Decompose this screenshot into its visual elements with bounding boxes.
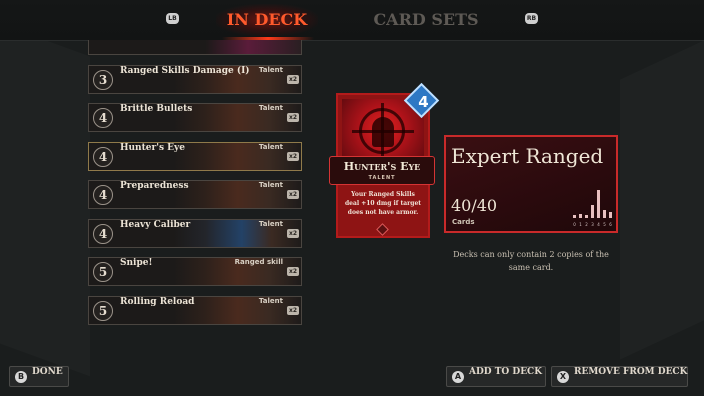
histogram-bar (585, 215, 588, 218)
card-type: Talent (258, 143, 283, 151)
list-item[interactable]: 4 Heavy Caliber Talent x2 (88, 219, 302, 248)
card-type: Talent (258, 181, 283, 189)
card-name: Heavy Caliber (120, 220, 191, 230)
histogram-tick-label: 3 (591, 222, 594, 227)
background-shard (620, 40, 704, 359)
lb-bumper-icon: LB (166, 13, 179, 24)
histogram-bar (591, 205, 594, 218)
histogram-bar (609, 212, 612, 218)
list-item[interactable]: 4 Brittle Bullets Talent x2 (88, 103, 302, 132)
card-cost: 3 (93, 70, 113, 90)
rb-bumper-icon: RB (525, 13, 538, 24)
list-item[interactable]: 5 Snipe! Ranged skill x2 (88, 257, 302, 286)
card-name: Brittle Bullets (120, 104, 193, 114)
deck-limit-note: Decks can only contain 2 copies of the s… (453, 250, 609, 272)
list-item[interactable]: 4 Preparedness Talent x2 (88, 180, 302, 209)
list-item-partial[interactable] (88, 40, 302, 55)
hunter-figure-icon (372, 117, 394, 147)
card-cost: 5 (93, 262, 113, 282)
list-item[interactable]: 5 Rolling Reload Talent x2 (88, 296, 302, 325)
tab-card-sets[interactable]: CARD SETS (370, 4, 482, 36)
card-type: Ranged skill (234, 258, 283, 266)
a-button-icon: A (452, 371, 464, 383)
featured-card-cost: 4 (418, 93, 429, 111)
featured-card-type: TALENT (368, 175, 396, 181)
card-cost: 4 (93, 108, 113, 128)
deck-title: Expert Ranged (451, 144, 604, 168)
card-quantity-badge: x2 (287, 306, 299, 315)
list-item-selected[interactable]: 4 Hunter's Eye Talent x2 (88, 142, 302, 171)
remove-from-deck-button[interactable]: X REMOVE FROM DECK (551, 366, 688, 387)
remove-from-deck-label: REMOVE FROM DECK (574, 367, 688, 377)
card-quantity-badge: x2 (287, 113, 299, 122)
histogram-bar (579, 214, 582, 218)
card-name: Ranged Skills Damage (I) (120, 66, 250, 76)
done-label: DONE (32, 367, 63, 377)
card-quantity-badge: x2 (287, 75, 299, 84)
histogram-tick-label: 2 (585, 222, 588, 227)
card-type: Talent (258, 66, 283, 74)
histogram-tick-label: 6 (609, 222, 612, 227)
histogram-bar (603, 210, 606, 218)
card-cost: 4 (93, 185, 113, 205)
card-quantity-badge: x2 (287, 190, 299, 199)
card-cost: 4 (93, 224, 113, 244)
featured-card-description: Your Ranged Skills deal +10 dmg if targe… (344, 191, 422, 216)
background-shard (0, 24, 90, 377)
card-quantity-badge: x2 (287, 229, 299, 238)
card-name: Preparedness (120, 181, 189, 191)
card-cost: 4 (93, 147, 113, 167)
card-quantity-badge: x2 (287, 267, 299, 276)
card-cost: 5 (93, 301, 113, 321)
deck-card-count: 40/40 (451, 196, 498, 215)
card-name: Hunter's Eye (120, 143, 185, 153)
histogram-tick-label: 1 (579, 222, 582, 227)
histogram-tick-label: 0 (573, 222, 576, 227)
histogram-bar (597, 190, 600, 218)
histogram-tick-label: 4 (597, 222, 600, 227)
tab-in-deck[interactable]: IN DECK (216, 4, 318, 36)
histogram-tick-label: 5 (603, 222, 606, 227)
list-item[interactable]: 3 Ranged Skills Damage (I) Talent x2 (88, 65, 302, 94)
add-to-deck-label: ADD TO DECK (469, 367, 543, 377)
deck-card-count-label: Cards (452, 218, 475, 226)
card-name: Snipe! (120, 258, 153, 268)
top-navigation-bar: LB IN DECK CARD SETS RB (0, 0, 704, 41)
featured-card-name: Hunter's Eye (343, 160, 421, 173)
histogram-bar (573, 215, 576, 218)
add-to-deck-button[interactable]: A ADD TO DECK (446, 366, 546, 387)
card-type: Talent (258, 297, 283, 305)
card-quantity-badge: x2 (287, 152, 299, 161)
done-button[interactable]: B DONE (9, 366, 69, 387)
b-button-icon: B (15, 371, 27, 383)
x-button-icon: X (557, 371, 569, 383)
card-name: Rolling Reload (120, 297, 195, 307)
card-type: Talent (258, 220, 283, 228)
card-type: Talent (258, 104, 283, 112)
